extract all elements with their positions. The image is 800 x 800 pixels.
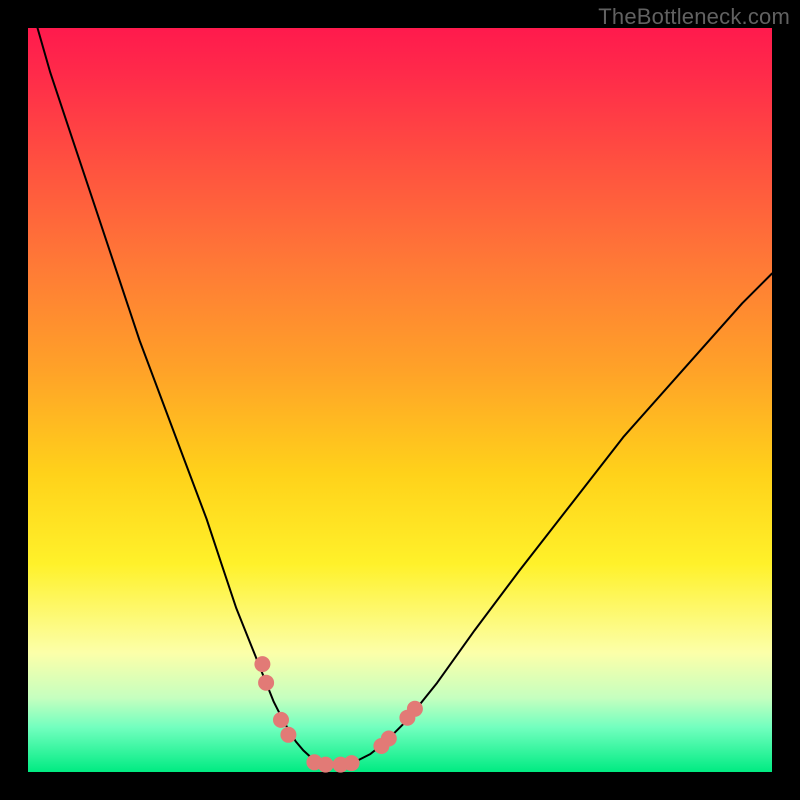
- watermark-label: TheBottleneck.com: [598, 4, 790, 30]
- chart-plot-area: [28, 28, 772, 772]
- marker-dot: [344, 755, 360, 771]
- marker-dot: [381, 731, 397, 747]
- marker-dot: [280, 727, 296, 743]
- marker-dot: [273, 712, 289, 728]
- marker-dots-group: [254, 656, 423, 773]
- marker-dot: [318, 757, 334, 773]
- marker-dot: [407, 701, 423, 717]
- bottleneck-curve: [35, 21, 772, 765]
- marker-dot: [254, 656, 270, 672]
- chart-frame: TheBottleneck.com: [0, 0, 800, 800]
- chart-svg: [28, 28, 772, 772]
- marker-dot: [258, 675, 274, 691]
